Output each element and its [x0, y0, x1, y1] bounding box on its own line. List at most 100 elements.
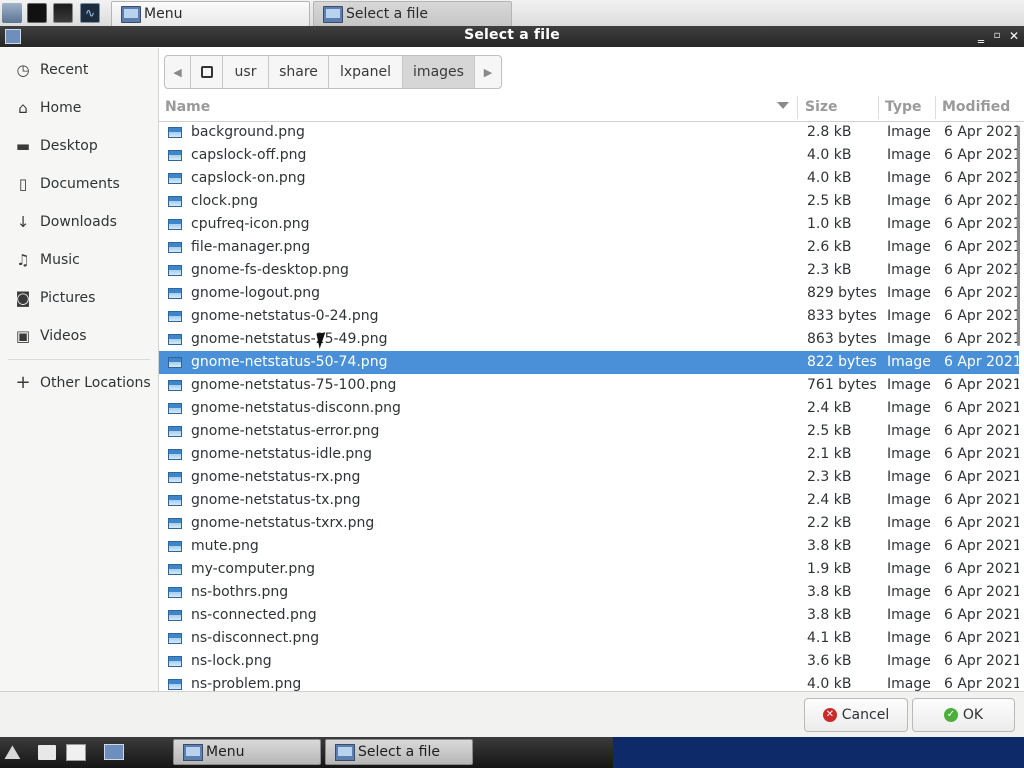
file-row[interactable]: gnome-netstatus-txrx.png 2.2 kB Image 6 Apr…: [159, 512, 1019, 535]
task-label: Select a file: [346, 6, 428, 22]
sidebar-item-recent[interactable]: ◷ Recent: [0, 53, 158, 87]
windows-icon[interactable]: [66, 744, 86, 761]
column-size[interactable]: Size: [805, 96, 838, 121]
file-modified: 6 Apr 2021: [944, 239, 1019, 255]
file-modified: 6 Apr 2021: [944, 377, 1019, 393]
file-modified: 6 Apr 2021: [944, 538, 1019, 554]
terminal-icon[interactable]: [27, 3, 47, 23]
file-size: 2.6 kB: [807, 239, 852, 255]
sidebar-item-other-locations[interactable]: + Other Locations: [0, 366, 158, 400]
file-row[interactable]: file-manager.png 2.6 kB Image 6 Apr 2021: [159, 236, 1019, 259]
folder-icon: ▬: [15, 137, 31, 155]
sidebar-item-videos[interactable]: ▣ Videos: [0, 319, 158, 353]
file-row[interactable]: clock.png 2.5 kB Image 6 Apr 2021: [159, 190, 1019, 213]
file-row[interactable]: capslock-off.png 4.0 kB Image 6 Apr 2021: [159, 144, 1019, 167]
file-row[interactable]: gnome-netstatus-50-74.png 822 bytes Image 6…: [159, 351, 1019, 374]
sidebar-item-home[interactable]: ⌂ Home: [0, 91, 158, 125]
computer-icon[interactable]: [104, 744, 124, 760]
file-modified: 6 Apr 2021: [944, 515, 1019, 531]
file-row[interactable]: ns-lock.png 3.6 kB Image 6 Apr 2021: [159, 650, 1019, 673]
column-name[interactable]: Name: [165, 96, 210, 121]
column-modified[interactable]: Modified: [942, 96, 1010, 121]
file-name: capslock-off.png: [191, 147, 307, 163]
file-row[interactable]: mute.png 3.8 kB Image 6 Apr 2021: [159, 535, 1019, 558]
maximize-icon[interactable]: ▫: [989, 28, 1005, 44]
image-file-icon: [168, 610, 182, 621]
computer-icon: [335, 743, 355, 761]
file-modified: 6 Apr 2021: [944, 354, 1019, 370]
file-row[interactable]: gnome-netstatus-0-24.png 833 bytes Image 6 …: [159, 305, 1019, 328]
path-segment-lxpanel[interactable]: lxpanel: [329, 56, 403, 88]
file-modified: 6 Apr 2021: [944, 423, 1019, 439]
file-list-header: Name Size Type Modified: [159, 96, 1024, 122]
file-row[interactable]: ns-disconnect.png 4.1 kB Image 6 Apr 2021: [159, 627, 1019, 650]
file-type: Image: [887, 400, 931, 416]
path-segment-share[interactable]: share: [269, 56, 329, 88]
file-row[interactable]: my-computer.png 1.9 kB Image 6 Apr 2021: [159, 558, 1019, 581]
file-row[interactable]: ns-bothrs.png 3.8 kB Image 6 Apr 2021: [159, 581, 1019, 604]
sidebar-item-downloads[interactable]: ↓ Downloads: [0, 205, 158, 239]
path-root-button[interactable]: [191, 56, 223, 88]
path-segment-usr[interactable]: usr: [223, 56, 269, 88]
file-name: gnome-netstatus-idle.png: [191, 446, 373, 462]
image-file-icon: [168, 334, 182, 345]
sidebar-item-music[interactable]: ♫ Music: [0, 243, 158, 277]
window-titlebar[interactable]: Select a file ‗ ▫ ✕: [0, 26, 1024, 47]
file-name: capslock-on.png: [191, 170, 306, 186]
file-row[interactable]: gnome-netstatus-error.png 2.5 kB Image 6 Ap…: [159, 420, 1019, 443]
path-back-button[interactable]: ◀: [165, 56, 191, 88]
file-size: 833 bytes: [807, 308, 877, 324]
sidebar-item-pictures[interactable]: ◙ Pictures: [0, 281, 158, 315]
minimize-icon[interactable]: ‗: [973, 28, 989, 44]
menu-icon[interactable]: ⛰: [4, 742, 30, 762]
file-row[interactable]: gnome-netstatus-75-100.png 761 bytes Image…: [159, 374, 1019, 397]
file-type: Image: [887, 354, 931, 370]
close-icon[interactable]: ✕: [1006, 28, 1022, 44]
sidebar-item-documents[interactable]: ▯ Documents: [0, 167, 158, 201]
file-row[interactable]: gnome-netstatus-rx.png 2.3 kB Image 6 Apr 2…: [159, 466, 1019, 489]
file-row[interactable]: gnome-fs-desktop.png 2.3 kB Image 6 Apr 202…: [159, 259, 1019, 282]
panel-task-select-file[interactable]: Select a file: [325, 739, 473, 765]
sidebar-item-label: Music: [40, 252, 80, 268]
panel-task-menu[interactable]: Menu: [173, 739, 321, 765]
sidebar-item-label: Other Locations: [40, 375, 151, 391]
file-modified: 6 Apr 2021: [944, 262, 1019, 278]
scrollbar-thumb[interactable]: [1017, 126, 1020, 346]
file-row[interactable]: ns-connected.png 3.8 kB Image 6 Apr 2021: [159, 604, 1019, 627]
ok-button-label: OK: [962, 707, 984, 723]
computer-icon: [323, 5, 343, 23]
file-name: file-manager.png: [191, 239, 311, 255]
ok-icon: ✓: [943, 708, 958, 722]
terminal-icon[interactable]: [38, 745, 56, 760]
path-forward-button[interactable]: ▶: [475, 56, 501, 88]
ok-button[interactable]: ✓ OK: [912, 698, 1015, 732]
image-file-icon: [168, 518, 182, 529]
sidebar-item-label: Recent: [40, 62, 89, 78]
file-row[interactable]: gnome-netstatus-25-49.png 863 bytes Image 6…: [159, 328, 1019, 351]
file-row[interactable]: ns-problem.png 4.0 kB Image 6 Apr 2021: [159, 673, 1019, 691]
file-name: gnome-netstatus-75-100.png: [191, 377, 397, 393]
system-monitor-icon[interactable]: ∿: [80, 3, 100, 23]
file-type: Image: [887, 676, 931, 691]
cancel-button[interactable]: ✕ Cancel: [804, 698, 908, 732]
file-row[interactable]: gnome-netstatus-disconn.png 2.4 kB Image 6 …: [159, 397, 1019, 420]
file-row[interactable]: cpufreq-icon.png 1.0 kB Image 6 Apr 2021: [159, 213, 1019, 236]
column-divider: [797, 96, 798, 119]
dialog-action-area: ✕ Cancel ✓ OK: [0, 691, 1024, 738]
file-type: Image: [887, 423, 931, 439]
file-size: 829 bytes: [807, 285, 877, 301]
computer-icon[interactable]: [2, 3, 22, 23]
file-row[interactable]: background.png 2.8 kB Image 6 Apr 2021: [159, 121, 1019, 144]
monitor-icon[interactable]: [53, 3, 73, 23]
file-row[interactable]: gnome-netstatus-idle.png 2.1 kB Image 6 Apr…: [159, 443, 1019, 466]
column-type[interactable]: Type: [885, 96, 922, 121]
file-row[interactable]: gnome-netstatus-tx.png 2.4 kB Image 6 Apr 2…: [159, 489, 1019, 512]
taskbar-task-select-file[interactable]: Select a file: [313, 1, 512, 27]
taskbar-task-menu[interactable]: Menu: [111, 1, 310, 27]
path-segment-images[interactable]: images: [403, 56, 475, 88]
file-type: Image: [887, 239, 931, 255]
file-row[interactable]: gnome-logout.png 829 bytes Image 6 Apr 2021: [159, 282, 1019, 305]
sidebar-item-desktop[interactable]: ▬ Desktop: [0, 129, 158, 163]
file-row[interactable]: capslock-on.png 4.0 kB Image 6 Apr 2021: [159, 167, 1019, 190]
file-type: Image: [887, 285, 931, 301]
